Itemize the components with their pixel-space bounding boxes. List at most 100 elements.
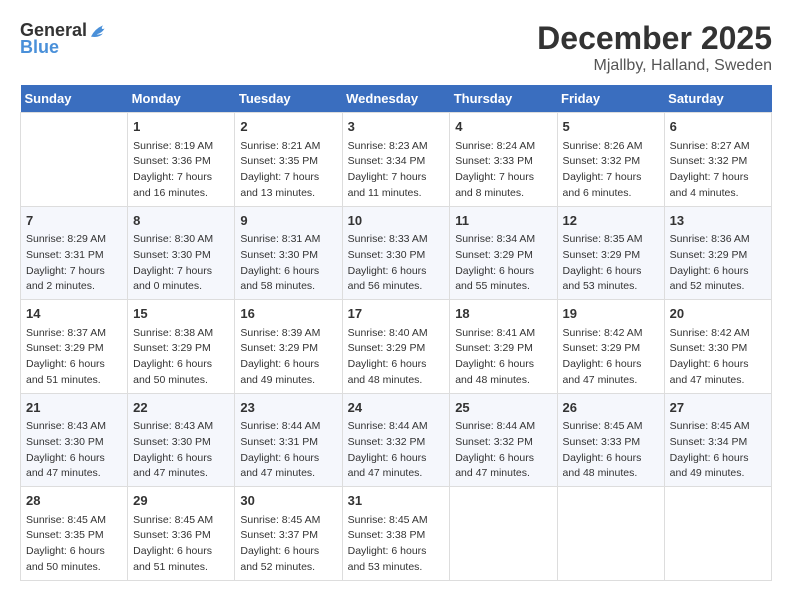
day-number: 18	[455, 304, 551, 324]
calendar-table: SundayMondayTuesdayWednesdayThursdayFrid…	[20, 85, 772, 581]
day-info: Sunrise: 8:42 AMSunset: 3:29 PMDaylight:…	[563, 326, 659, 389]
day-info: Sunrise: 8:41 AMSunset: 3:29 PMDaylight:…	[455, 326, 551, 389]
day-number: 6	[670, 117, 766, 137]
day-info: Sunrise: 8:43 AMSunset: 3:30 PMDaylight:…	[26, 419, 122, 482]
calendar-cell: 19Sunrise: 8:42 AMSunset: 3:29 PMDayligh…	[557, 300, 664, 394]
day-info: Sunrise: 8:31 AMSunset: 3:30 PMDaylight:…	[240, 232, 336, 295]
calendar-cell: 1Sunrise: 8:19 AMSunset: 3:36 PMDaylight…	[128, 113, 235, 207]
calendar-cell: 24Sunrise: 8:44 AMSunset: 3:32 PMDayligh…	[342, 393, 450, 487]
calendar-cell: 10Sunrise: 8:33 AMSunset: 3:30 PMDayligh…	[342, 206, 450, 300]
day-number: 1	[133, 117, 229, 137]
day-info: Sunrise: 8:27 AMSunset: 3:32 PMDaylight:…	[670, 139, 766, 202]
calendar-cell: 6Sunrise: 8:27 AMSunset: 3:32 PMDaylight…	[664, 113, 771, 207]
day-number: 28	[26, 491, 122, 511]
calendar-cell: 28Sunrise: 8:45 AMSunset: 3:35 PMDayligh…	[21, 487, 128, 581]
day-info: Sunrise: 8:29 AMSunset: 3:31 PMDaylight:…	[26, 232, 122, 295]
calendar-title: December 2025	[537, 20, 772, 57]
calendar-cell	[21, 113, 128, 207]
day-number: 31	[348, 491, 445, 511]
day-info: Sunrise: 8:38 AMSunset: 3:29 PMDaylight:…	[133, 326, 229, 389]
day-number: 21	[26, 398, 122, 418]
day-number: 29	[133, 491, 229, 511]
calendar-cell: 30Sunrise: 8:45 AMSunset: 3:37 PMDayligh…	[235, 487, 342, 581]
calendar-cell: 26Sunrise: 8:45 AMSunset: 3:33 PMDayligh…	[557, 393, 664, 487]
calendar-cell: 3Sunrise: 8:23 AMSunset: 3:34 PMDaylight…	[342, 113, 450, 207]
calendar-cell: 20Sunrise: 8:42 AMSunset: 3:30 PMDayligh…	[664, 300, 771, 394]
day-number: 11	[455, 211, 551, 231]
day-number: 27	[670, 398, 766, 418]
day-info: Sunrise: 8:45 AMSunset: 3:38 PMDaylight:…	[348, 513, 445, 576]
day-info: Sunrise: 8:44 AMSunset: 3:31 PMDaylight:…	[240, 419, 336, 482]
day-info: Sunrise: 8:40 AMSunset: 3:29 PMDaylight:…	[348, 326, 445, 389]
day-info: Sunrise: 8:33 AMSunset: 3:30 PMDaylight:…	[348, 232, 445, 295]
day-info: Sunrise: 8:42 AMSunset: 3:30 PMDaylight:…	[670, 326, 766, 389]
day-number: 14	[26, 304, 122, 324]
day-info: Sunrise: 8:44 AMSunset: 3:32 PMDaylight:…	[455, 419, 551, 482]
week-row-2: 7Sunrise: 8:29 AMSunset: 3:31 PMDaylight…	[21, 206, 772, 300]
week-row-4: 21Sunrise: 8:43 AMSunset: 3:30 PMDayligh…	[21, 393, 772, 487]
calendar-cell: 23Sunrise: 8:44 AMSunset: 3:31 PMDayligh…	[235, 393, 342, 487]
week-row-3: 14Sunrise: 8:37 AMSunset: 3:29 PMDayligh…	[21, 300, 772, 394]
day-info: Sunrise: 8:39 AMSunset: 3:29 PMDaylight:…	[240, 326, 336, 389]
logo-blue: Blue	[20, 37, 59, 58]
day-number: 3	[348, 117, 445, 137]
day-number: 23	[240, 398, 336, 418]
calendar-cell: 5Sunrise: 8:26 AMSunset: 3:32 PMDaylight…	[557, 113, 664, 207]
day-number: 4	[455, 117, 551, 137]
day-header-saturday: Saturday	[664, 85, 771, 113]
day-info: Sunrise: 8:34 AMSunset: 3:29 PMDaylight:…	[455, 232, 551, 295]
day-number: 9	[240, 211, 336, 231]
calendar-cell	[557, 487, 664, 581]
calendar-cell: 18Sunrise: 8:41 AMSunset: 3:29 PMDayligh…	[450, 300, 557, 394]
calendar-cell: 29Sunrise: 8:45 AMSunset: 3:36 PMDayligh…	[128, 487, 235, 581]
day-header-monday: Monday	[128, 85, 235, 113]
title-block: December 2025 Mjallby, Halland, Sweden	[537, 20, 772, 75]
calendar-cell	[450, 487, 557, 581]
calendar-cell: 11Sunrise: 8:34 AMSunset: 3:29 PMDayligh…	[450, 206, 557, 300]
calendar-cell: 9Sunrise: 8:31 AMSunset: 3:30 PMDaylight…	[235, 206, 342, 300]
day-number: 7	[26, 211, 122, 231]
calendar-cell: 8Sunrise: 8:30 AMSunset: 3:30 PMDaylight…	[128, 206, 235, 300]
day-number: 30	[240, 491, 336, 511]
logo: General Blue	[20, 20, 111, 58]
day-info: Sunrise: 8:37 AMSunset: 3:29 PMDaylight:…	[26, 326, 122, 389]
calendar-cell	[664, 487, 771, 581]
day-header-thursday: Thursday	[450, 85, 557, 113]
day-info: Sunrise: 8:26 AMSunset: 3:32 PMDaylight:…	[563, 139, 659, 202]
day-info: Sunrise: 8:45 AMSunset: 3:35 PMDaylight:…	[26, 513, 122, 576]
day-header-sunday: Sunday	[21, 85, 128, 113]
day-header-tuesday: Tuesday	[235, 85, 342, 113]
calendar-cell: 2Sunrise: 8:21 AMSunset: 3:35 PMDaylight…	[235, 113, 342, 207]
day-header-friday: Friday	[557, 85, 664, 113]
day-number: 2	[240, 117, 336, 137]
day-number: 24	[348, 398, 445, 418]
day-number: 8	[133, 211, 229, 231]
calendar-cell: 17Sunrise: 8:40 AMSunset: 3:29 PMDayligh…	[342, 300, 450, 394]
day-info: Sunrise: 8:30 AMSunset: 3:30 PMDaylight:…	[133, 232, 229, 295]
calendar-cell: 22Sunrise: 8:43 AMSunset: 3:30 PMDayligh…	[128, 393, 235, 487]
day-info: Sunrise: 8:19 AMSunset: 3:36 PMDaylight:…	[133, 139, 229, 202]
calendar-cell: 31Sunrise: 8:45 AMSunset: 3:38 PMDayligh…	[342, 487, 450, 581]
day-header-wednesday: Wednesday	[342, 85, 450, 113]
day-info: Sunrise: 8:43 AMSunset: 3:30 PMDaylight:…	[133, 419, 229, 482]
day-number: 16	[240, 304, 336, 324]
days-header-row: SundayMondayTuesdayWednesdayThursdayFrid…	[21, 85, 772, 113]
day-info: Sunrise: 8:35 AMSunset: 3:29 PMDaylight:…	[563, 232, 659, 295]
day-info: Sunrise: 8:24 AMSunset: 3:33 PMDaylight:…	[455, 139, 551, 202]
day-info: Sunrise: 8:21 AMSunset: 3:35 PMDaylight:…	[240, 139, 336, 202]
day-number: 22	[133, 398, 229, 418]
day-number: 15	[133, 304, 229, 324]
calendar-subtitle: Mjallby, Halland, Sweden	[537, 57, 772, 75]
day-number: 17	[348, 304, 445, 324]
day-number: 26	[563, 398, 659, 418]
day-number: 13	[670, 211, 766, 231]
calendar-cell: 16Sunrise: 8:39 AMSunset: 3:29 PMDayligh…	[235, 300, 342, 394]
calendar-cell: 12Sunrise: 8:35 AMSunset: 3:29 PMDayligh…	[557, 206, 664, 300]
day-number: 20	[670, 304, 766, 324]
day-info: Sunrise: 8:45 AMSunset: 3:37 PMDaylight:…	[240, 513, 336, 576]
calendar-cell: 13Sunrise: 8:36 AMSunset: 3:29 PMDayligh…	[664, 206, 771, 300]
calendar-cell: 27Sunrise: 8:45 AMSunset: 3:34 PMDayligh…	[664, 393, 771, 487]
day-number: 12	[563, 211, 659, 231]
calendar-cell: 7Sunrise: 8:29 AMSunset: 3:31 PMDaylight…	[21, 206, 128, 300]
calendar-cell: 15Sunrise: 8:38 AMSunset: 3:29 PMDayligh…	[128, 300, 235, 394]
